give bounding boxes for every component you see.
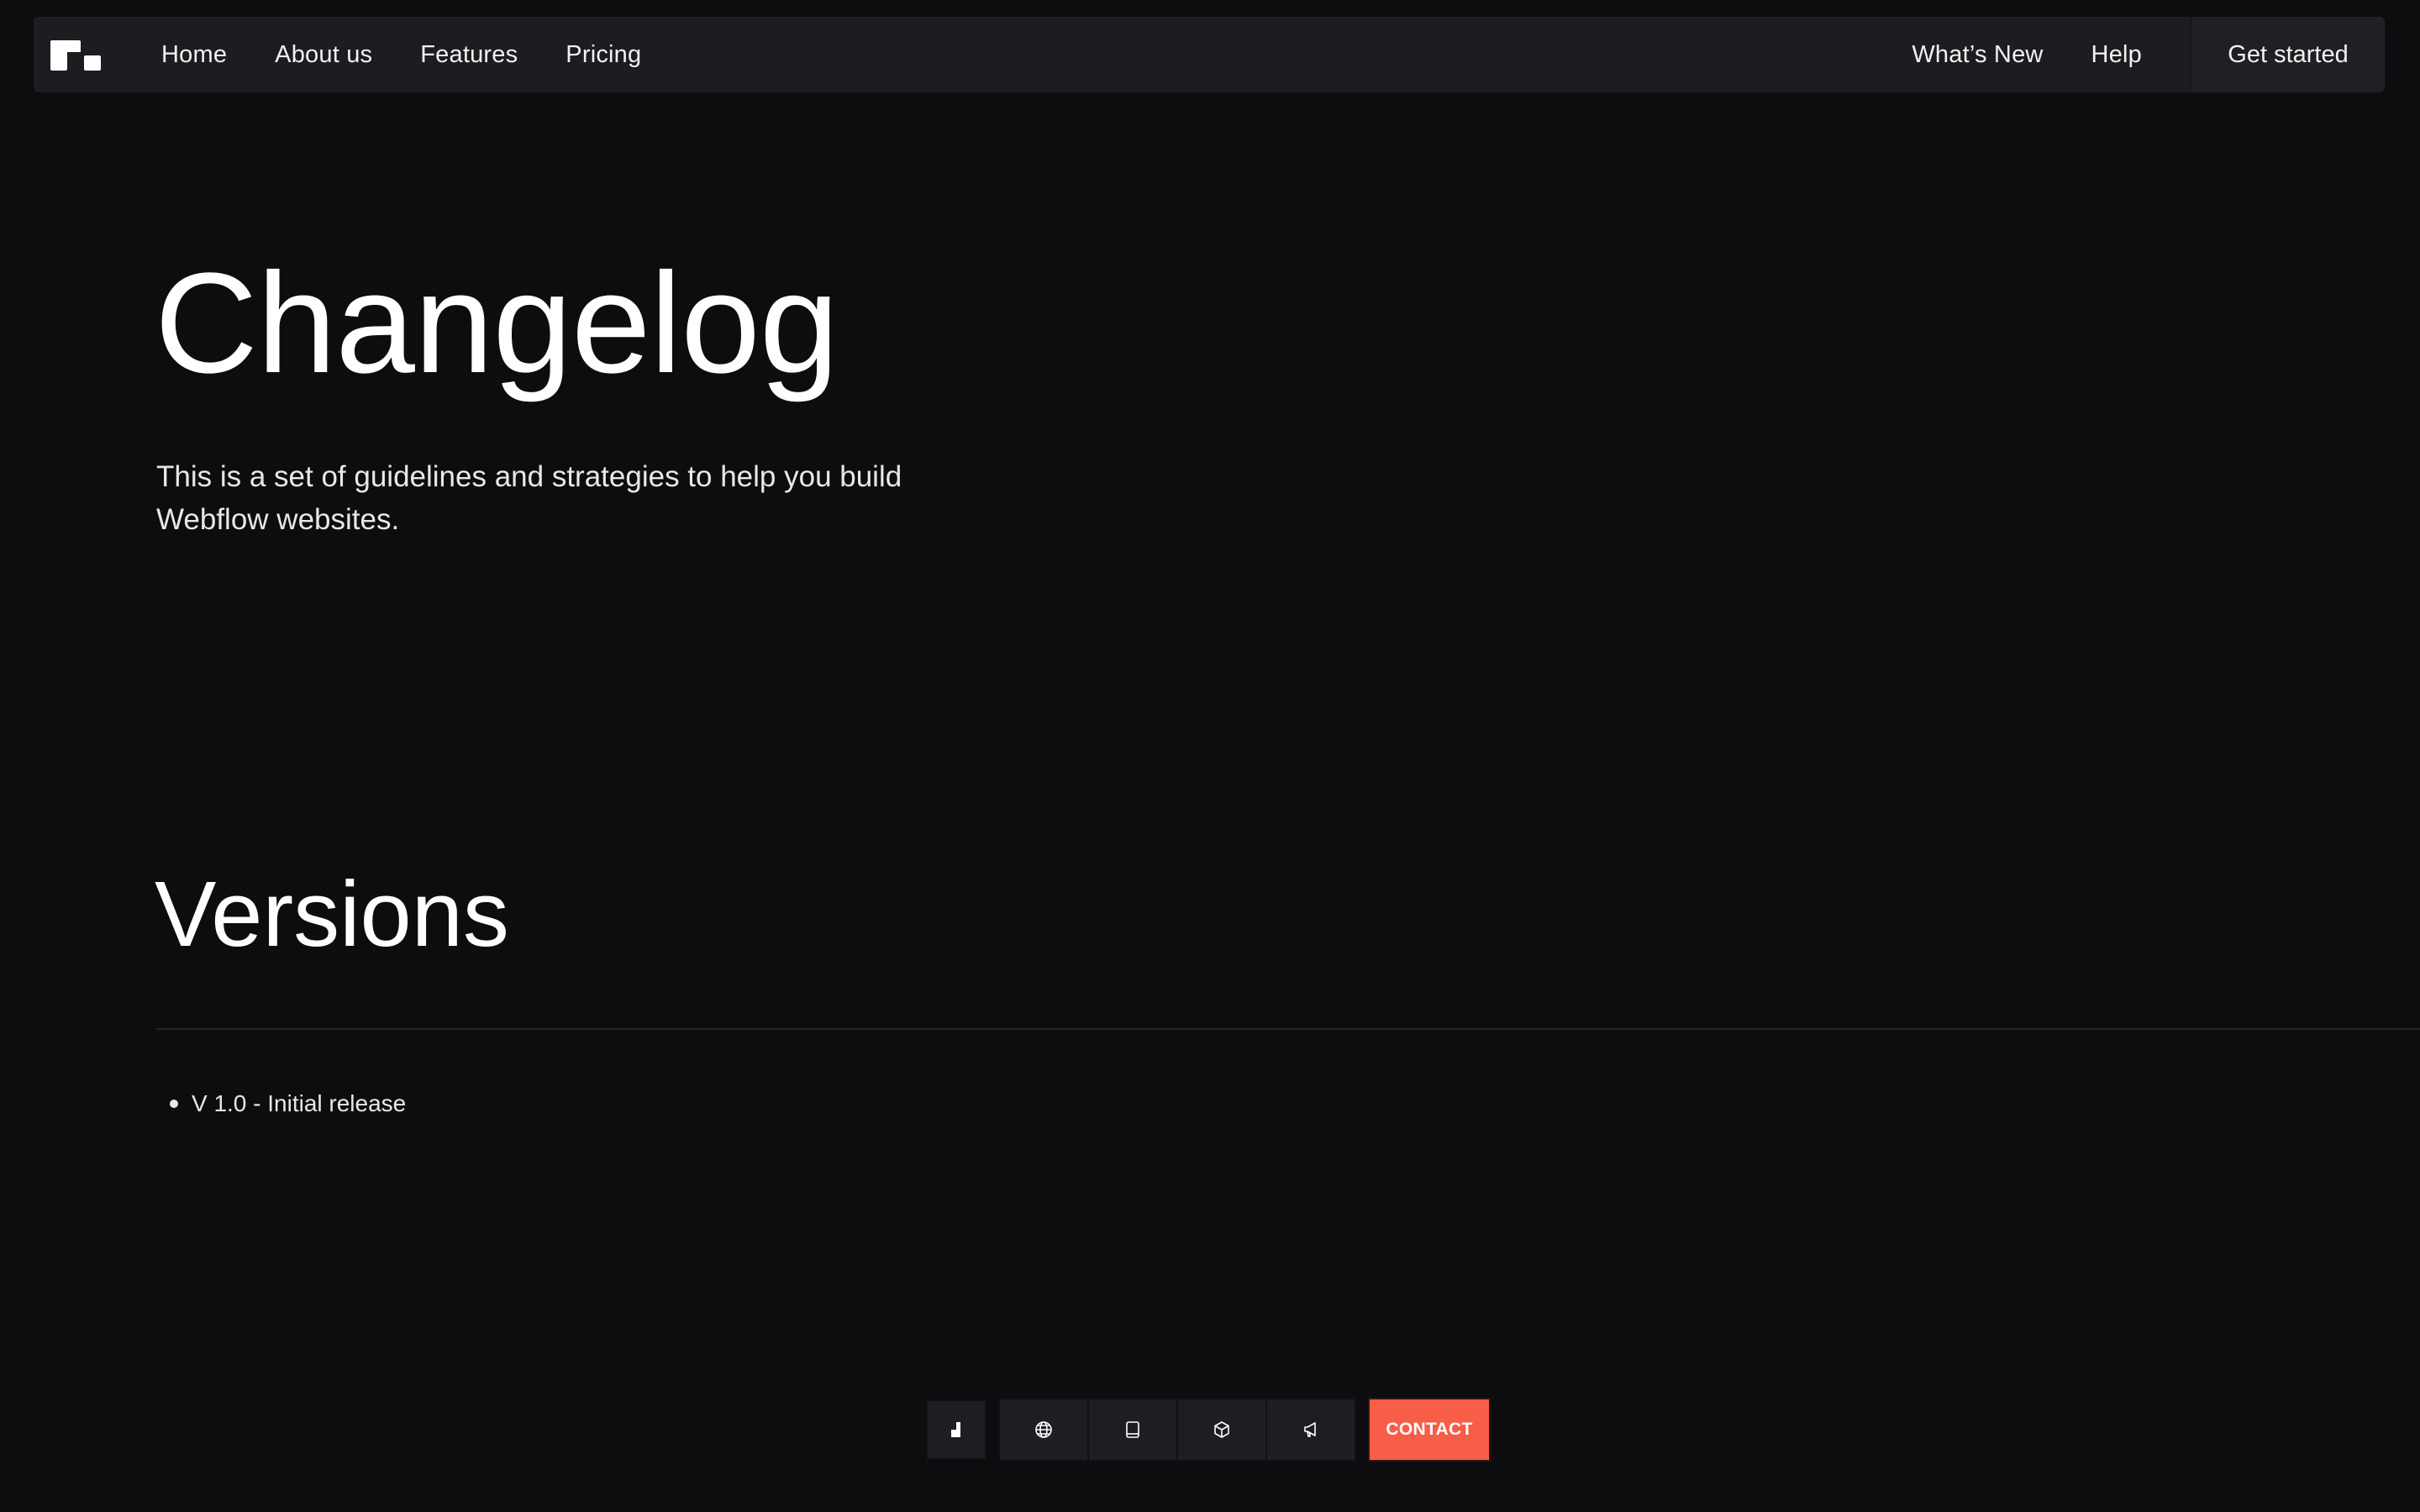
- top-navigation: Home About us Features Pricing What’s Ne…: [34, 17, 2385, 92]
- nav-link-whats-new[interactable]: What’s New: [1912, 41, 2043, 69]
- nav-link-home[interactable]: Home: [161, 41, 227, 69]
- cube-icon: [1214, 1421, 1229, 1438]
- nav-link-pricing[interactable]: Pricing: [566, 41, 641, 69]
- globe-icon: [1035, 1421, 1052, 1438]
- nav-links: Home About us Features Pricing: [161, 17, 689, 92]
- subtitle-line-2: Webflow websites.: [156, 503, 400, 536]
- subtitle-line-1: This is a set of guidelines and strategi…: [156, 460, 902, 493]
- tablet-button[interactable]: [1089, 1399, 1176, 1460]
- version-item-label: V 1.0 - Initial release: [192, 1090, 407, 1116]
- logo-icon[interactable]: [50, 40, 101, 71]
- brand-mark-button[interactable]: [926, 1399, 986, 1460]
- bottom-toolbar: CONTACT: [926, 1396, 1491, 1463]
- tablet-icon: [1126, 1421, 1139, 1438]
- get-started-button[interactable]: Get started: [2191, 17, 2385, 92]
- page-title: Changelog: [155, 244, 839, 403]
- megaphone-button[interactable]: [1267, 1399, 1355, 1460]
- globe-button[interactable]: [1000, 1399, 1087, 1460]
- bullet-icon: [170, 1100, 178, 1108]
- nav-link-help[interactable]: Help: [2091, 41, 2142, 69]
- list-item: V 1.0 - Initial release: [170, 1090, 406, 1117]
- section-divider: [156, 1028, 2420, 1030]
- cube-button[interactable]: [1178, 1399, 1265, 1460]
- versions-heading: Versions: [155, 863, 509, 966]
- nav-right: What’s New Help Get started: [1912, 17, 2385, 92]
- megaphone-icon: [1304, 1422, 1316, 1437]
- nav-link-about-us[interactable]: About us: [275, 41, 372, 69]
- toolbar-icon-group: [998, 1398, 1356, 1462]
- page-subtitle: This is a set of guidelines and strategi…: [156, 455, 929, 541]
- brand-mark-icon: [951, 1422, 960, 1437]
- version-list: V 1.0 - Initial release: [170, 1090, 406, 1117]
- contact-button[interactable]: CONTACT: [1368, 1398, 1491, 1462]
- nav-link-features[interactable]: Features: [420, 41, 518, 69]
